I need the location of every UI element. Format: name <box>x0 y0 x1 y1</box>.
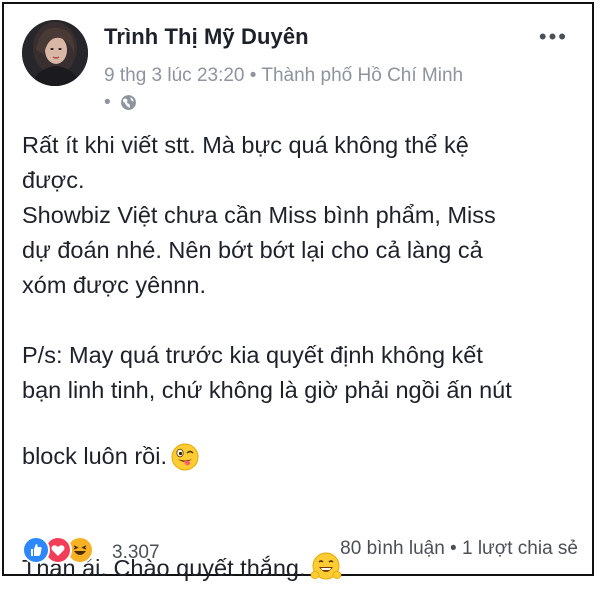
post-timestamp[interactable]: 9 thg 3 lúc 23:20 <box>104 65 245 86</box>
post-footer: 3.307 80 bình luận • 1 lượt chia sẻ <box>22 532 578 568</box>
post-paragraph-2: P/s: May quá trước kia quyết định không … <box>22 338 576 481</box>
meta-separator: • <box>249 65 257 86</box>
post-card: Trình Thị Mỹ Duyên 9 thg 3 lúc 23:20 • T… <box>2 2 594 581</box>
post-paragraph-2-text: P/s: May quá trước kia quyết định không … <box>22 342 512 469</box>
post-meta: 9 thg 3 lúc 23:20 • Thành phố Hồ Chí Min… <box>104 62 544 119</box>
like-icon <box>22 536 50 564</box>
globe-icon[interactable] <box>120 92 137 119</box>
post-paragraph-1: Rất ít khi viết stt. Mà bực quá không th… <box>22 132 496 298</box>
more-options-icon[interactable]: ••• <box>539 24 568 50</box>
post-header: Trình Thị Mỹ Duyên 9 thg 3 lúc 23:20 • T… <box>22 20 576 113</box>
post-location[interactable]: Thành phố Hồ Chí Minh <box>261 65 463 86</box>
winking-tongue-emoji-icon <box>171 408 199 481</box>
engagement-stats: 80 bình luận • 1 lượt chia sẻ <box>340 538 578 560</box>
privacy-separator: • <box>104 92 111 113</box>
author-avatar[interactable] <box>22 20 88 86</box>
stats-separator: • <box>450 538 457 559</box>
post-body: Rất ít khi viết stt. Mà bực quá không th… <box>22 128 576 593</box>
author-name[interactable]: Trình Thị Mỹ Duyên <box>104 24 309 50</box>
reaction-count[interactable]: 3.307 <box>112 542 160 564</box>
shares-link[interactable]: 1 lượt chia sẻ <box>462 538 578 559</box>
comments-link[interactable]: 80 bình luận <box>340 538 445 559</box>
